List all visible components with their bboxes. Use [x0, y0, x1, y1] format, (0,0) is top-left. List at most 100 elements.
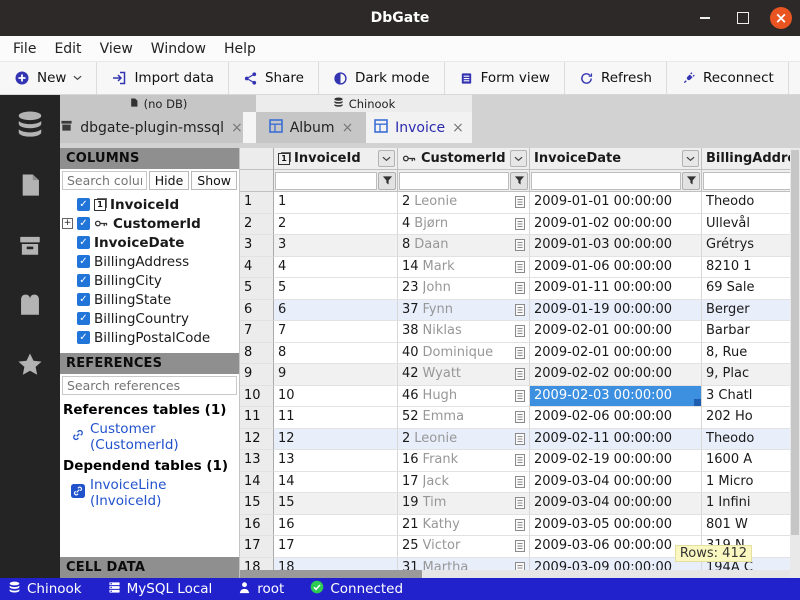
vertical-scrollbar[interactable]: [790, 148, 800, 578]
cell-invoicedate[interactable]: 2009-02-19 00:00:00: [530, 450, 702, 472]
cell-customerid[interactable]: 46Hugh: [398, 386, 530, 408]
cell-invoicedate[interactable]: 2009-02-06 00:00:00: [530, 407, 702, 429]
cell-customerid[interactable]: 14Mark: [398, 257, 530, 279]
menu-edit[interactable]: Edit: [45, 39, 90, 59]
hide-button[interactable]: Hide: [149, 171, 190, 190]
close-button[interactable]: ×: [770, 7, 792, 29]
checkbox[interactable]: [77, 274, 90, 287]
sidebar-item-archive[interactable]: [13, 231, 47, 263]
document-icon[interactable]: [514, 453, 526, 467]
cell-invoiceid[interactable]: 17: [274, 536, 398, 558]
selection-handle[interactable]: [694, 399, 701, 406]
checkbox[interactable]: [77, 331, 90, 344]
column-item-invoiceid[interactable]: InvoiceId: [60, 195, 239, 214]
document-icon[interactable]: [514, 217, 526, 231]
row-number-cell[interactable]: 8: [240, 343, 274, 365]
cell-billingaddress[interactable]: 9, Plac: [702, 364, 790, 386]
filter-input-invoiceid[interactable]: [275, 172, 377, 190]
row-number-cell[interactable]: 4: [240, 257, 274, 279]
document-icon[interactable]: [514, 281, 526, 295]
column-menu-button[interactable]: [378, 150, 395, 167]
checkbox[interactable]: [77, 198, 90, 211]
document-icon[interactable]: [514, 367, 526, 381]
row-number-cell[interactable]: 15: [240, 493, 274, 515]
cell-customerid[interactable]: 21Kathy: [398, 515, 530, 537]
share-button[interactable]: Share: [229, 62, 319, 94]
cell-customerid[interactable]: 23John: [398, 278, 530, 300]
cell-billingaddress[interactable]: Theodo: [702, 429, 790, 451]
cell-invoiceid[interactable]: 2: [274, 214, 398, 236]
column-item-billingcountry[interactable]: BillingCountry: [60, 309, 239, 328]
filter-funnel-icon[interactable]: [510, 172, 528, 190]
row-number-cell[interactable]: 13: [240, 450, 274, 472]
cell-customerid[interactable]: 16Frank: [398, 450, 530, 472]
cell-invoiceid[interactable]: 9: [274, 364, 398, 386]
cell-invoiceid[interactable]: 8: [274, 343, 398, 365]
cell-customerid[interactable]: 25Victor: [398, 536, 530, 558]
tab-dbgate-plugin-mssql[interactable]: dbgate-plugin-mssql ×: [60, 112, 243, 143]
cell-billingaddress[interactable]: 3 Chatl: [702, 386, 790, 408]
column-item-billingpostalcode[interactable]: BillingPostalCode: [60, 328, 239, 347]
maximize-button[interactable]: [732, 7, 754, 29]
cell-invoiceid[interactable]: 16: [274, 515, 398, 537]
column-item-billingcity[interactable]: BillingCity: [60, 271, 239, 290]
row-number-cell[interactable]: 9: [240, 364, 274, 386]
undo-button[interactable]: Undo: [789, 62, 800, 94]
row-number-cell[interactable]: 5: [240, 278, 274, 300]
row-number-cell[interactable]: 3: [240, 235, 274, 257]
row-number-cell[interactable]: 6: [240, 300, 274, 322]
cell-invoicedate-selected[interactable]: 2009-02-03 00:00:00: [530, 386, 702, 408]
cell-billingaddress[interactable]: Ullevål: [702, 214, 790, 236]
cell-invoiceid[interactable]: 5: [274, 278, 398, 300]
reference-link-customer[interactable]: Customer (CustomerId): [60, 419, 239, 455]
cell-invoiceid[interactable]: 14: [274, 472, 398, 494]
refresh-button[interactable]: Refresh: [565, 62, 667, 94]
horizontal-scrollbar-thumb[interactable]: [240, 570, 422, 578]
cell-customerid[interactable]: 8Daan: [398, 235, 530, 257]
cell-billingaddress[interactable]: 1 Micro: [702, 472, 790, 494]
checkbox[interactable]: [77, 255, 90, 268]
column-item-invoicedate[interactable]: InvoiceDate: [60, 233, 239, 252]
row-number-cell[interactable]: 10: [240, 386, 274, 408]
sidebar-item-favorites[interactable]: [13, 351, 47, 383]
menu-file[interactable]: File: [4, 39, 45, 59]
column-menu-button[interactable]: [682, 150, 699, 167]
cell-billingaddress[interactable]: 69 Sale: [702, 278, 790, 300]
cell-billingaddress[interactable]: 801 W: [702, 515, 790, 537]
cell-invoicedate[interactable]: 2009-01-02 00:00:00: [530, 214, 702, 236]
cell-invoiceid[interactable]: 15: [274, 493, 398, 515]
column-item-billingaddress[interactable]: BillingAddress: [60, 252, 239, 271]
cell-invoiceid[interactable]: 10: [274, 386, 398, 408]
checkbox[interactable]: [77, 236, 90, 249]
horizontal-scrollbar[interactable]: [240, 570, 790, 578]
cell-customerid[interactable]: 4Bjørn: [398, 214, 530, 236]
cell-invoiceid[interactable]: 6: [274, 300, 398, 322]
cell-invoicedate[interactable]: 2009-01-06 00:00:00: [530, 257, 702, 279]
filter-input-billingaddress[interactable]: [703, 172, 790, 190]
close-icon[interactable]: ×: [452, 120, 464, 136]
cell-customerid[interactable]: 17Jack: [398, 472, 530, 494]
row-number-cell[interactable]: 14: [240, 472, 274, 494]
new-button[interactable]: New: [0, 62, 97, 94]
column-header-invoicedate[interactable]: InvoiceDate: [530, 148, 702, 170]
filter-funnel-icon[interactable]: [378, 172, 396, 190]
cell-billingaddress[interactable]: 1 Infini: [702, 493, 790, 515]
cell-invoicedate[interactable]: 2009-02-11 00:00:00: [530, 429, 702, 451]
sidebar-item-files[interactable]: [13, 171, 47, 203]
menu-help[interactable]: Help: [215, 39, 265, 59]
column-header-billingaddress[interactable]: BillingAddress: [702, 148, 790, 170]
minimize-button[interactable]: [694, 7, 716, 29]
cell-billingaddress[interactable]: Berger: [702, 300, 790, 322]
cell-customerid[interactable]: 37Fynn: [398, 300, 530, 322]
checkbox[interactable]: [77, 293, 90, 306]
cell-invoicedate[interactable]: 2009-03-04 00:00:00: [530, 493, 702, 515]
cell-customerid[interactable]: 52Emma: [398, 407, 530, 429]
search-references-input[interactable]: [62, 376, 237, 395]
cell-invoicedate[interactable]: 2009-01-01 00:00:00: [530, 192, 702, 214]
filter-input-customerid[interactable]: [399, 172, 509, 190]
checkbox[interactable]: [77, 312, 90, 325]
sidebar-item-connections[interactable]: [13, 111, 47, 143]
cell-invoicedate[interactable]: 2009-01-19 00:00:00: [530, 300, 702, 322]
cell-invoiceid[interactable]: 11: [274, 407, 398, 429]
row-number-cell[interactable]: 2: [240, 214, 274, 236]
